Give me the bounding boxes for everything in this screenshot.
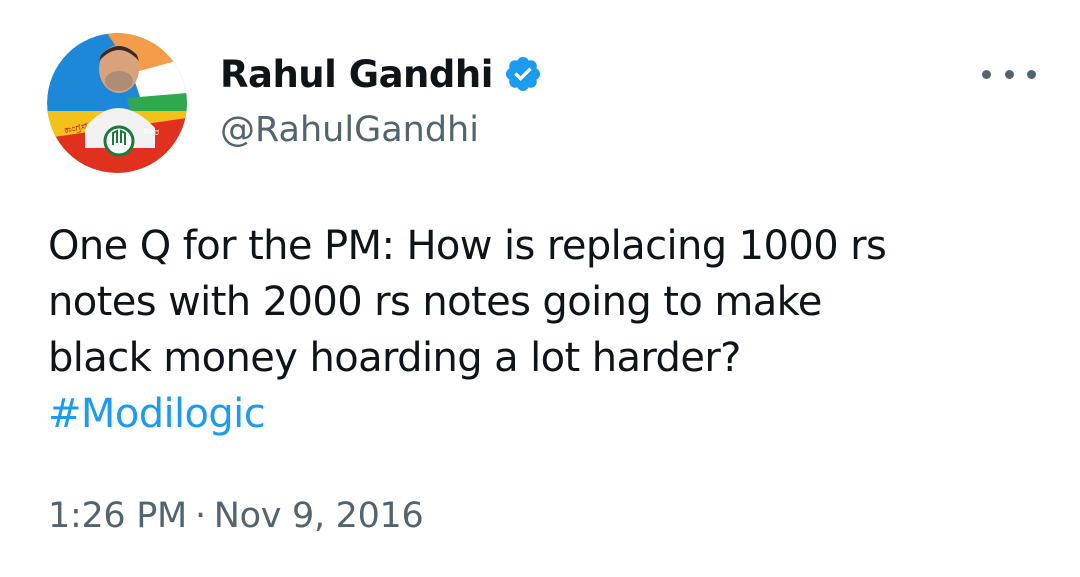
dot: [982, 69, 991, 79]
tweet-text: One Q for the PM: How is replacing 1000 …: [48, 223, 887, 381]
author-block: Rahul Gandhi @RahulGandhi: [220, 44, 543, 150]
user-handle[interactable]: @RahulGandhi: [220, 110, 543, 150]
verified-badge-icon: [503, 54, 543, 94]
dot: [1004, 69, 1014, 79]
avatar[interactable]: ಕಾಂಗ್ರೆಸ್ ಜನರ: [47, 33, 187, 173]
tweet-time: 1:26 PM: [48, 496, 187, 536]
dot: [1027, 69, 1036, 79]
separator: ·: [194, 496, 206, 536]
name-row: Rahul Gandhi: [220, 44, 543, 104]
tweet-date: Nov 9, 2016: [213, 496, 424, 536]
hashtag-link[interactable]: #Modilogic: [48, 391, 266, 437]
display-name[interactable]: Rahul Gandhi: [220, 53, 493, 96]
more-options-icon[interactable]: [982, 62, 1036, 86]
tweet-timestamp[interactable]: 1:26 PM · Nov 9, 2016: [48, 496, 424, 536]
avatar-image: ಕಾಂಗ್ರೆಸ್ ಜನರ: [47, 33, 187, 173]
tweet-body: One Q for the PM: How is replacing 1000 …: [48, 218, 1048, 442]
tweet-card: ಕಾಂಗ್ರೆಸ್ ಜನರ Rahul Gandhi @RahulGandhi …: [0, 0, 1080, 577]
